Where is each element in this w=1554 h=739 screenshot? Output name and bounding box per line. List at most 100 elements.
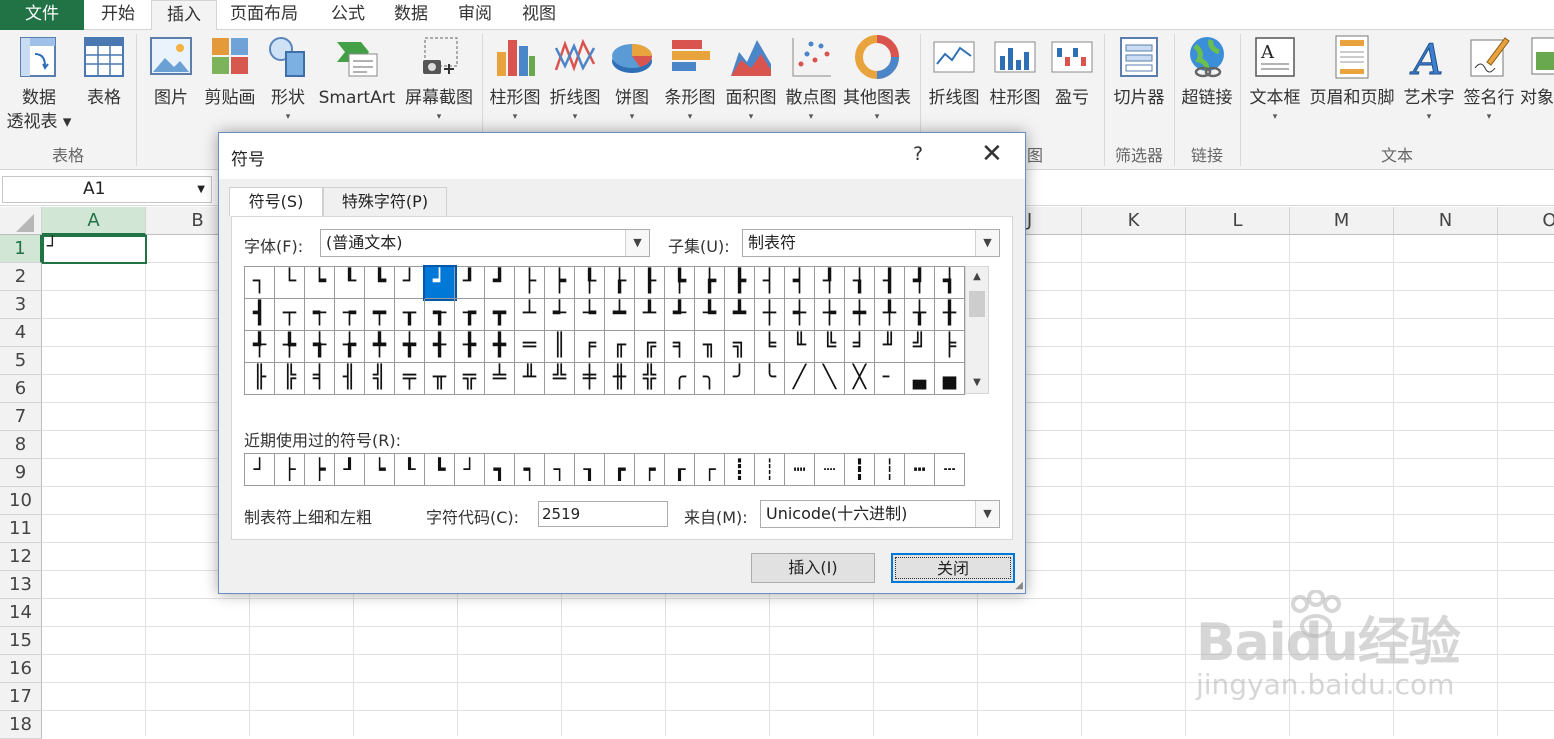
- symbol-cell[interactable]: ┶: [575, 299, 605, 331]
- header-footer-button[interactable]: 页眉和页脚: [1306, 34, 1398, 110]
- recent-symbol-cell[interactable]: ┇: [845, 454, 875, 486]
- symbol-cell[interactable]: ╝: [905, 331, 935, 363]
- row-header[interactable]: 6: [0, 375, 42, 403]
- column-header[interactable]: O: [1498, 207, 1554, 235]
- symbol-cell[interactable]: ┦: [815, 267, 845, 299]
- symbol-cell[interactable]: ╫: [605, 363, 635, 395]
- row-header[interactable]: 18: [0, 711, 42, 739]
- column-chart-button[interactable]: 柱形图 ▾: [486, 34, 544, 124]
- row-header[interactable]: 4: [0, 319, 42, 347]
- scrollbar-thumb[interactable]: [969, 291, 985, 317]
- row-header[interactable]: 12: [0, 543, 42, 571]
- symbol-cell[interactable]: ╖: [695, 331, 725, 363]
- tab-data[interactable]: 数据: [379, 0, 443, 30]
- hyperlink-button[interactable]: 超链接: [1178, 34, 1236, 110]
- symbol-cell[interactable]: ╕: [665, 331, 695, 363]
- symbol-cell[interactable]: ├: [515, 267, 545, 299]
- recent-symbol-cell[interactable]: ┘: [245, 454, 275, 486]
- chevron-down-icon[interactable]: ▼: [197, 177, 205, 202]
- symbol-cell[interactable]: ╄: [275, 331, 305, 363]
- symbol-cell[interactable]: ╋: [485, 331, 515, 363]
- row-header[interactable]: 11: [0, 515, 42, 543]
- symbol-cell[interactable]: ┵: [545, 299, 575, 331]
- row-header[interactable]: 10: [0, 487, 42, 515]
- symbol-cell[interactable]: ┩: [905, 267, 935, 299]
- pivot-table-button[interactable]: 数据 透视表 ▾: [4, 34, 74, 134]
- scatter-chart-button[interactable]: 散点图 ▾: [782, 34, 840, 124]
- sparkline-winloss-button[interactable]: 盈亏: [1048, 34, 1096, 110]
- symbol-cell[interactable]: ╜: [875, 331, 905, 363]
- tab-file[interactable]: 文件: [0, 0, 84, 30]
- row-header[interactable]: 9: [0, 459, 42, 487]
- resize-grip-icon[interactable]: ◢: [1015, 580, 1023, 591]
- symbol-cell[interactable]: ┥: [785, 267, 815, 299]
- symbol-cell[interactable]: ╙: [785, 331, 815, 363]
- recent-symbol-cell[interactable]: ┉: [785, 454, 815, 486]
- symbol-cell[interactable]: ┺: [695, 299, 725, 331]
- help-icon[interactable]: ?: [913, 143, 923, 165]
- symbol-cell[interactable]: ┻: [725, 299, 755, 331]
- symbol-cell[interactable]: ┨: [875, 267, 905, 299]
- recent-symbol-cell[interactable]: ┅: [905, 454, 935, 486]
- symbol-cell[interactable]: ┹: [665, 299, 695, 331]
- shapes-button[interactable]: 形状 ▾: [264, 34, 312, 124]
- scroll-up-icon[interactable]: ▲: [966, 267, 988, 287]
- column-header[interactable]: A: [42, 207, 146, 235]
- recent-symbol-cell[interactable]: ┒: [575, 454, 605, 486]
- symbol-cell[interactable]: ╘: [755, 331, 785, 363]
- symbol-cell[interactable]: ╰: [755, 363, 785, 395]
- row-header[interactable]: 16: [0, 655, 42, 683]
- tab-page-layout[interactable]: 页面布局: [215, 0, 313, 30]
- symbol-cell[interactable]: ╡: [305, 363, 335, 395]
- symbol-cell[interactable]: ┽: [785, 299, 815, 331]
- symbol-cell[interactable]: ╉: [425, 331, 455, 363]
- symbol-cell[interactable]: ╓: [605, 331, 635, 363]
- tab-insert[interactable]: 插入: [151, 0, 217, 31]
- symbol-grid-scrollbar[interactable]: ▲ ▼: [965, 266, 989, 394]
- symbol-cell[interactable]: ╢: [335, 363, 365, 395]
- chevron-down-icon[interactable]: ▼: [625, 230, 649, 256]
- wordart-button[interactable]: A 艺术字 ▾: [1400, 34, 1458, 124]
- symbol-cell[interactable]: ╩: [545, 363, 575, 395]
- recent-symbol-cell[interactable]: ┑: [515, 454, 545, 486]
- symbol-cell[interactable]: ╱: [785, 363, 815, 395]
- table-button[interactable]: 表格: [78, 34, 130, 110]
- symbol-cell[interactable]: ┛: [485, 267, 515, 299]
- symbol-cell[interactable]: ╈: [395, 331, 425, 363]
- row-header[interactable]: 17: [0, 683, 42, 711]
- cell-a1[interactable]: ┘: [42, 235, 147, 264]
- column-header[interactable]: L: [1186, 207, 1290, 235]
- sparkline-column-button[interactable]: 柱形图: [986, 34, 1044, 110]
- picture-button[interactable]: 图片: [146, 34, 196, 110]
- recent-symbol-cell[interactable]: ┚: [335, 454, 365, 486]
- symbol-cell[interactable]: ╠: [275, 363, 305, 395]
- symbol-cell[interactable]: ╚: [815, 331, 845, 363]
- symbol-cell[interactable]: ┼: [755, 299, 785, 331]
- recent-symbol-cell[interactable]: ┆: [875, 454, 905, 486]
- symbol-cell[interactable]: ┗: [365, 267, 395, 299]
- recent-symbol-cell[interactable]: ┍: [635, 454, 665, 486]
- symbol-cell[interactable]: ╗: [725, 331, 755, 363]
- symbol-cell[interactable]: ┤: [755, 267, 785, 299]
- recent-symbol-cell[interactable]: ┄: [935, 454, 965, 486]
- symbol-cell[interactable]: ┫: [245, 299, 275, 331]
- recent-symbol-cell[interactable]: ┖: [395, 454, 425, 486]
- sparkline-line-button[interactable]: 折线图: [924, 34, 984, 110]
- pie-chart-button[interactable]: 饼图 ▾: [610, 34, 654, 124]
- symbol-cell[interactable]: ╧: [485, 363, 515, 395]
- close-button[interactable]: 关闭: [891, 553, 1015, 583]
- symbol-cell[interactable]: ╳: [845, 363, 875, 395]
- symbol-cell[interactable]: ╞: [935, 331, 965, 363]
- recent-symbol-cell[interactable]: ┐: [545, 454, 575, 486]
- symbol-cell[interactable]: ═: [515, 331, 545, 363]
- symbol-cell[interactable]: ┞: [575, 267, 605, 299]
- row-header[interactable]: 8: [0, 431, 42, 459]
- recent-symbol-cell[interactable]: ┘: [455, 454, 485, 486]
- row-header[interactable]: 3: [0, 291, 42, 319]
- clipart-button[interactable]: 剪贴画: [200, 34, 260, 110]
- symbol-cell[interactable]: ┣: [725, 267, 755, 299]
- recent-symbol-cell[interactable]: ├: [275, 454, 305, 486]
- symbol-cell[interactable]: ╟: [245, 363, 275, 395]
- symbol-cell[interactable]: ╂: [935, 299, 965, 331]
- symbol-cell[interactable]: ╒: [575, 331, 605, 363]
